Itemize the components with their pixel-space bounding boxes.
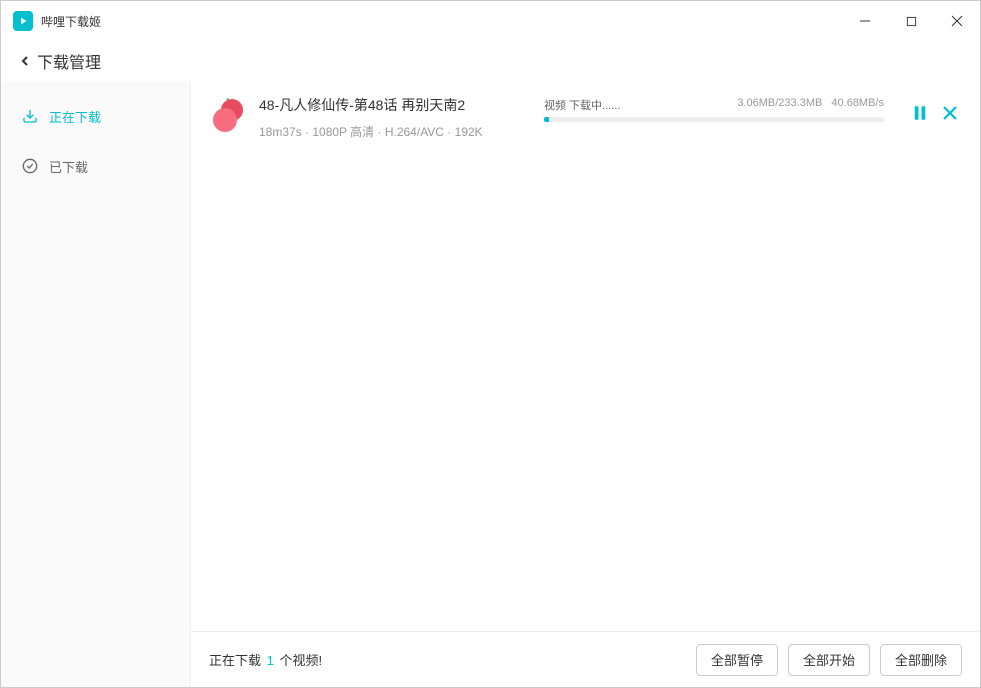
back-button[interactable]: 下载管理 <box>17 49 101 73</box>
progress-bar <box>544 117 884 122</box>
sidebar-item-label: 正在下载 <box>49 107 101 126</box>
cancel-button[interactable] <box>938 101 962 125</box>
app-icon <box>13 11 33 31</box>
check-circle-icon <box>21 157 39 175</box>
start-all-button[interactable]: 全部开始 <box>788 644 870 676</box>
page-header: 下载管理 <box>1 41 980 81</box>
minimize-button[interactable] <box>842 1 888 41</box>
pause-button[interactable] <box>908 101 932 125</box>
download-meta: 18m37s · 1080P 高清 · H.264/AVC · 192K <box>259 123 544 140</box>
delete-all-button[interactable]: 全部删除 <box>880 644 962 676</box>
sidebar-item-label: 已下载 <box>49 157 88 176</box>
window-controls <box>842 1 980 41</box>
sidebar-item-downloading[interactable]: 正在下载 <box>1 91 190 141</box>
download-stats: 3.06MB/233.3MB 40.68MB/s <box>731 97 884 113</box>
download-list: 48-凡人修仙传-第48话 再别天南2 18m37s · 1080P 高清 · … <box>191 81 980 631</box>
progress-fill <box>544 117 549 122</box>
pause-all-button[interactable]: 全部暂停 <box>696 644 778 676</box>
sidebar: 正在下载 已下载 <box>1 81 191 687</box>
close-button[interactable] <box>934 1 980 41</box>
download-count: 1 <box>267 653 274 668</box>
download-status: 视频 下载中...... <box>544 97 620 113</box>
footer: 正在下载 1 个视频! 全部暂停 全部开始 全部删除 <box>191 631 980 687</box>
sidebar-item-downloaded[interactable]: 已下载 <box>1 141 190 191</box>
download-title: 48-凡人修仙传-第48话 再别天南2 <box>259 95 544 115</box>
thumbnail <box>209 95 249 135</box>
download-size: 3.06MB/233.3MB <box>737 97 822 109</box>
app-title: 哔哩下载姬 <box>41 13 101 30</box>
page-title: 下载管理 <box>37 49 101 73</box>
titlebar: 哔哩下载姬 <box>1 1 980 41</box>
download-speed: 40.68MB/s <box>831 97 884 109</box>
maximize-button[interactable] <box>888 1 934 41</box>
download-icon <box>21 107 39 125</box>
footer-status: 正在下载 1 个视频! <box>209 650 322 669</box>
download-item: 48-凡人修仙传-第48话 再别天南2 18m37s · 1080P 高清 · … <box>209 95 962 140</box>
